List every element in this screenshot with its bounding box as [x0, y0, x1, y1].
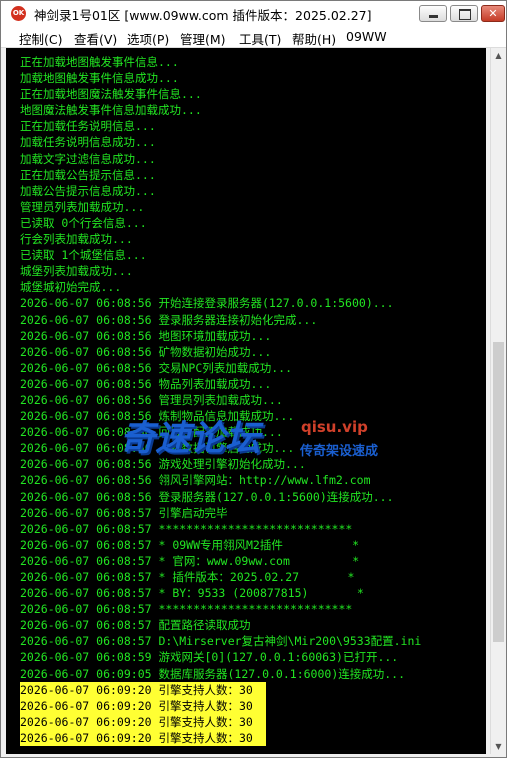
maximize-button[interactable]: [450, 5, 478, 22]
log-line: 加载公告提示信息成功...: [20, 183, 156, 198]
log-line-highlighted: 2026-06-07 06:09:20 引擎支持人数：30: [20, 713, 266, 730]
log-console[interactable]: 正在加载地图触发事件信息... 加载地图触发事件信息成功... 正在加载地图魔法…: [6, 48, 486, 754]
log-line: 2026-06-07 06:08:57 ********************…: [20, 521, 353, 536]
close-button[interactable]: ✕: [481, 5, 505, 22]
log-line: 地图魔法触发事件信息加载成功...: [20, 103, 202, 118]
log-line: 管理员列表加载成功...: [20, 199, 145, 214]
vertical-scrollbar[interactable]: ▲ ▼: [490, 48, 506, 754]
window-title: 神剑录1号01区 [www.09ww.com 插件版本：2025.02.27]: [34, 8, 372, 23]
log-line: 2026-06-07 06:08:56 矿物数据初始成功...: [20, 344, 272, 359]
log-line: 加载文字过滤信息成功...: [20, 151, 156, 166]
log-line: 2026-06-07 06:08:56 登录服务器(127.0.0.1:5600…: [20, 489, 394, 504]
maximize-icon: [459, 9, 471, 20]
log-line: 2026-06-07 06:08:56 开始连接登录服务器(127.0.0.1:…: [20, 296, 394, 311]
log-line: 2026-06-07 06:08:57 * 插件版本：2025.02.27 *: [20, 570, 355, 584]
log-line: 2026-06-07 06:08:57 * BY：9533 (200877815…: [20, 586, 364, 601]
log-line-highlighted: 2026-06-07 06:09:20 引擎支持人数：30: [20, 681, 266, 698]
log-line: 正在加载地图魔法触发事件信息...: [20, 87, 202, 102]
log-line: 2026-06-07 06:08:56 翎风引擎网站：http://www.lf…: [20, 473, 371, 488]
log-line: 2026-06-07 06:08:56 地图环境加载成功...: [20, 328, 272, 343]
log-line: 2026-06-07 06:09:05 数据库服务器(127.0.0.1:600…: [20, 666, 406, 681]
log-line: 行会列表加载成功...: [20, 232, 133, 247]
menu-bar: 控制(C) 查看(V) 选项(P) 管理(M) 工具(T) 帮助(H) 09WW: [1, 27, 506, 48]
app-icon[interactable]: OK: [11, 6, 26, 21]
menu-tools[interactable]: 工具(T): [239, 29, 281, 48]
log-line-highlighted: 2026-06-07 06:09:20 引擎支持人数：30: [20, 729, 266, 747]
menu-options[interactable]: 选项(P): [127, 29, 169, 48]
log-line: 2026-06-07 06:08:57 配置路径读取成功: [20, 618, 251, 633]
scroll-down-icon[interactable]: ▼: [491, 739, 506, 754]
menu-manage[interactable]: 管理(M): [180, 29, 226, 48]
log-line: 已读取 1个城堡信息...: [20, 248, 147, 263]
log-line: 2026-06-07 06:08:56 物品列表加载成功...: [20, 376, 272, 391]
minimize-icon: [429, 15, 438, 18]
log-line: 2026-06-07 06:08:56 登录服务器连接初始化完成...: [20, 312, 318, 327]
scroll-thumb[interactable]: [493, 342, 504, 642]
log-line: 2026-06-07 06:08:56 游戏处理引擎初始化成功...: [20, 457, 306, 472]
log-line: 加载任务说明信息成功...: [20, 135, 156, 150]
log-line: 正在加载地图触发事件信息...: [20, 55, 179, 69]
app-window: OK 神剑录1号01区 [www.09ww.com 插件版本：2025.02.2…: [0, 0, 507, 758]
log-line: 2026-06-07 06:08:56 交易NPC列表加载成功...: [20, 360, 293, 375]
log-line: 加载地图触发事件信息成功...: [20, 71, 179, 86]
log-line: 2026-06-07 06:08:56 炼制物品信息加载成功...: [20, 409, 295, 424]
log-line: 2026-06-07 06:08:57 引擎启动完毕: [20, 505, 228, 520]
minimize-button[interactable]: [419, 5, 447, 22]
menu-09ww[interactable]: 09WW: [346, 29, 387, 44]
menu-view[interactable]: 查看(V): [74, 29, 117, 48]
log-line: 正在加载任务说明信息...: [20, 119, 156, 134]
log-list: 正在加载地图触发事件信息... 加载地图触发事件信息成功... 正在加载地图魔法…: [20, 54, 422, 747]
log-line: 2026-06-07 06:08:57 D:\Mirserver复古神剑\Mir…: [20, 634, 422, 649]
log-line-highlighted: 2026-06-07 06:09:20 引擎支持人数：30: [20, 697, 266, 714]
log-line: 2026-06-07 06:08:57 * 官网：www.09ww.com *: [20, 553, 360, 568]
log-line: 已读取 0个行会信息...: [20, 215, 147, 230]
close-icon: ✕: [488, 7, 498, 20]
log-line: 正在加载公告提示信息...: [20, 167, 156, 182]
log-line: 2026-06-07 06:08:56 人物数据引擎启动成功...: [20, 441, 295, 456]
log-line: 城堡列表加载成功...: [20, 264, 133, 279]
log-line: 2026-06-07 06:08:56 管理员列表加载成功...: [20, 392, 283, 407]
log-line: 2026-06-07 06:08:59 游戏网关[0](127.0.0.1:60…: [20, 650, 399, 665]
menu-control[interactable]: 控制(C): [19, 29, 62, 48]
log-line: 2026-06-07 06:08:57 ********************…: [20, 602, 353, 617]
log-line: 2026-06-07 06:08:56 回城点配置加载成功...: [20, 425, 283, 440]
scroll-up-icon[interactable]: ▲: [491, 48, 506, 63]
log-line: 城堡城初始完成...: [20, 280, 122, 295]
log-line: 2026-06-07 06:08:57 * 09WW专用翎风M2插件 *: [20, 537, 360, 552]
menu-help[interactable]: 帮助(H): [292, 29, 336, 48]
title-bar[interactable]: OK 神剑录1号01区 [www.09ww.com 插件版本：2025.02.2…: [1, 1, 506, 28]
